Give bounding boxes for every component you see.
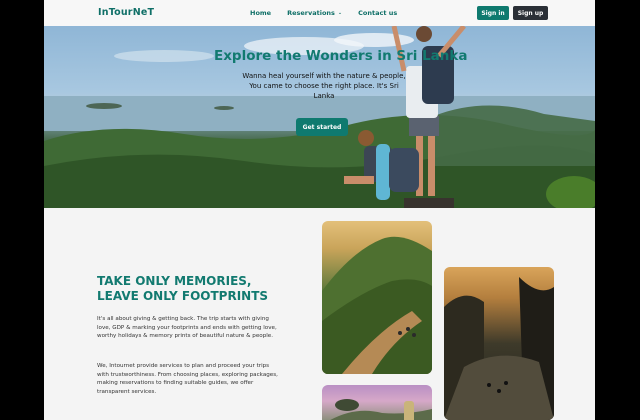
sign-up-button[interactable]: Sign up — [513, 6, 548, 20]
page: InTourNeT Home Reservations ⌄ Contact us… — [44, 0, 595, 420]
about-paragraph-1: It's all about giving & getting back. Th… — [97, 316, 277, 339]
section-tagline: TAKE ONLY MEMORIES, LEAVE ONLY FOOTPRINT… — [97, 274, 269, 303]
sunset-tree-photo — [322, 385, 432, 420]
nav-link-reservations[interactable]: Reservations ⌄ — [287, 9, 342, 17]
chevron-down-icon: ⌄ — [337, 10, 343, 16]
get-started-button[interactable]: Get started — [296, 118, 348, 136]
nav-link-contact[interactable]: Contact us — [358, 9, 397, 17]
top-navbar: InTourNeT Home Reservations ⌄ Contact us… — [44, 0, 595, 26]
nav-link-reservations-label: Reservations — [287, 9, 335, 17]
about-paragraph-2: We, Intournet provide services to plan a… — [97, 363, 278, 395]
hero-banner: Explore the Wonders in Sri Lanka Wanna h… — [44, 26, 595, 208]
nav-link-home[interactable]: Home — [250, 9, 271, 17]
sign-in-button[interactable]: Sign in — [477, 6, 509, 20]
nav-links: Home Reservations ⌄ Contact us — [250, 9, 397, 17]
hero-title: Explore the Wonders in Sri Lanka — [214, 48, 468, 64]
site-logo[interactable]: InTourNeT — [98, 7, 154, 18]
mountain-ridge-photo — [322, 221, 432, 374]
hero-subtitle: Wanna heal yourself with the nature & pe… — [242, 72, 406, 100]
waterfall-trail-photo — [444, 267, 554, 420]
about-section: TAKE ONLY MEMORIES, LEAVE ONLY FOOTPRINT… — [44, 208, 595, 420]
